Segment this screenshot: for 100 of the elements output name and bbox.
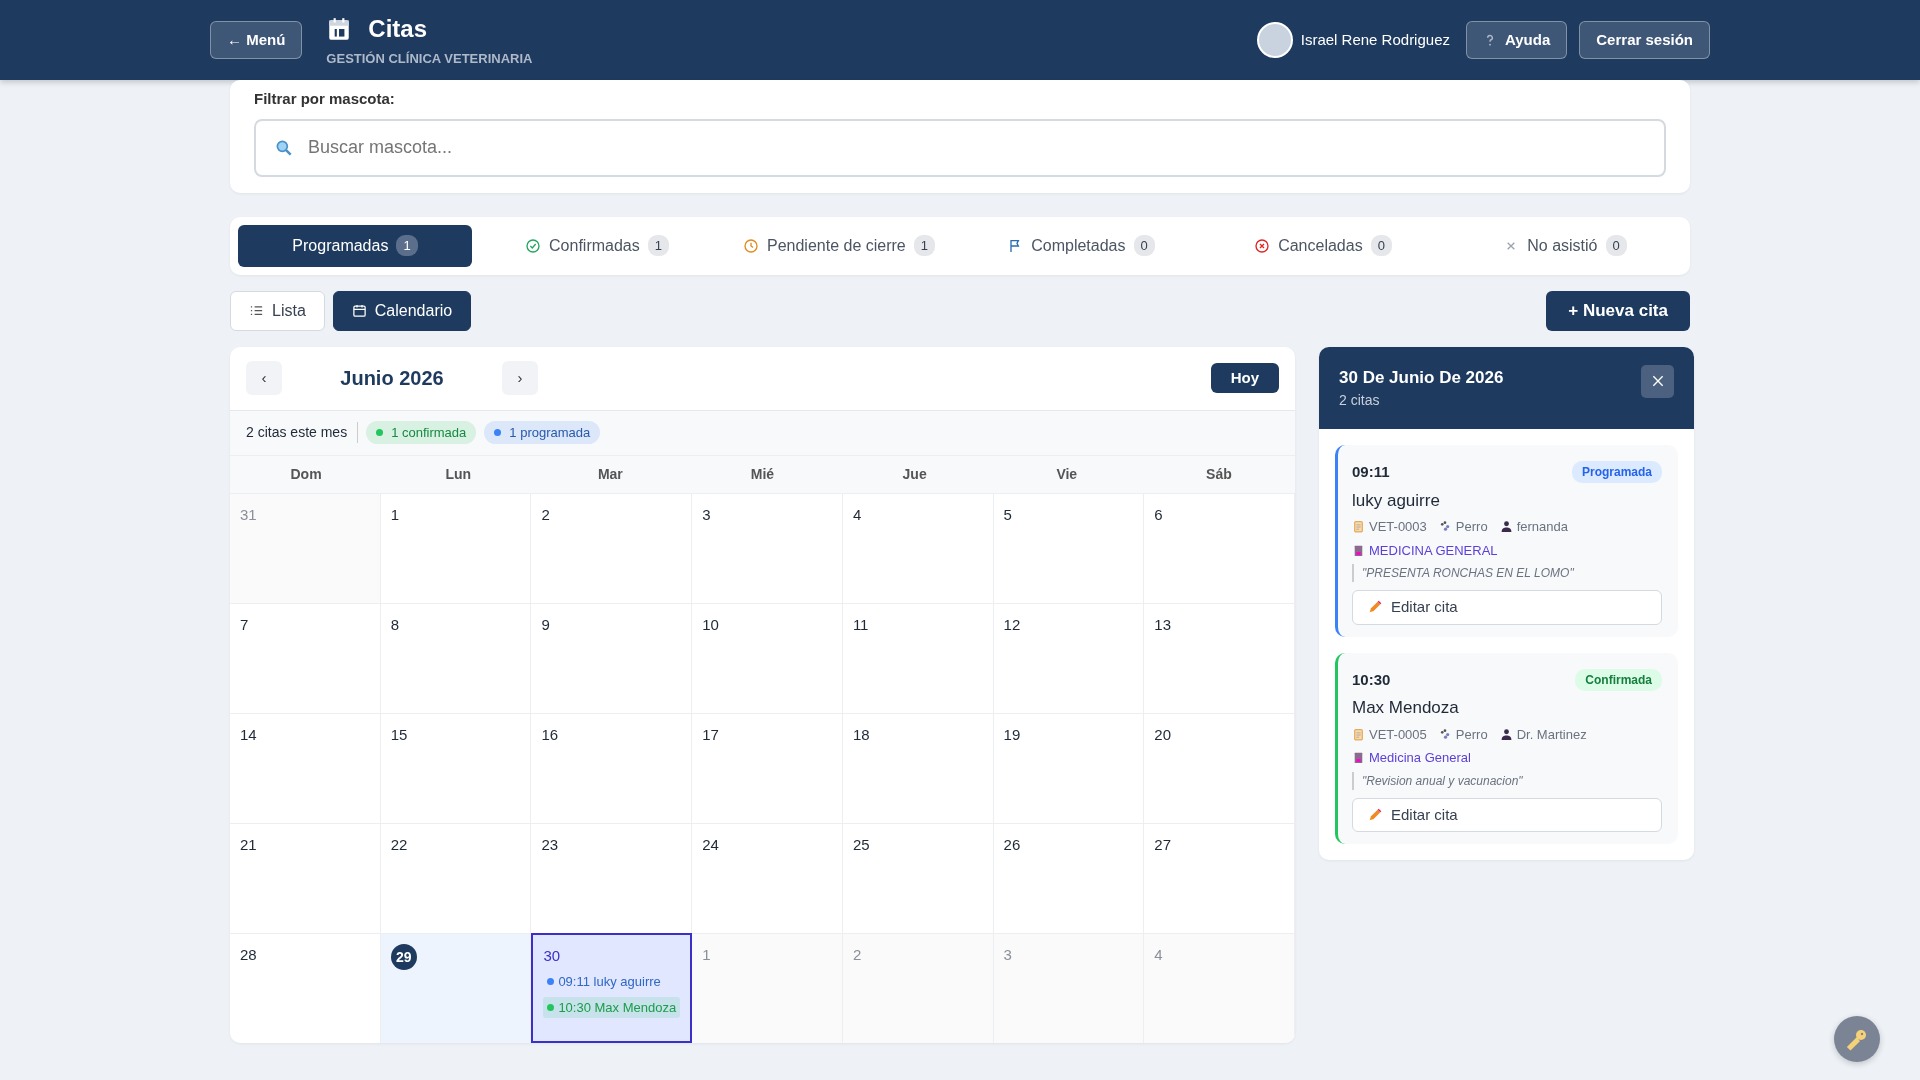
clipboard-icon (1352, 520, 1365, 534)
appointment-note: "PRESENTA RONCHAS EN EL LOMO" (1352, 564, 1662, 582)
day-number: 17 (702, 724, 719, 745)
day-number: 14 (240, 724, 257, 745)
day-cell[interactable]: 17 (692, 712, 843, 823)
day-number: 4 (1154, 944, 1163, 965)
search-field[interactable]: Buscar mascota... (254, 118, 1666, 177)
day-cell[interactable]: 20 (1144, 712, 1295, 823)
pet-name: luky aguirre (1352, 489, 1441, 512)
day-cell[interactable]: 4 (842, 492, 994, 603)
day-number: 23 (541, 834, 559, 855)
day-number: 29 (390, 943, 417, 970)
status-badge: Confirmada (1575, 668, 1662, 691)
count-badge: 1 (913, 234, 935, 257)
close-button[interactable] (1641, 364, 1674, 398)
weekday-header: Mié (749, 464, 776, 484)
day-cell[interactable]: 13 (1144, 602, 1295, 713)
paw-icon (1438, 727, 1452, 741)
day-cell[interactable]: 7 (230, 602, 381, 713)
calendar-event[interactable]: 09:11 luky aguirre (543, 971, 681, 993)
day-cell[interactable]: 22 (380, 822, 532, 933)
day-cell[interactable]: 28 (230, 932, 381, 1043)
day-number: 3 (702, 504, 711, 525)
paw-icon (1438, 520, 1452, 534)
status-tab[interactable]: No asistió 0 (1448, 224, 1682, 267)
service-name: MEDICINA GENERAL (1369, 541, 1498, 560)
day-cell[interactable]: 27 (1144, 822, 1295, 933)
legend-chip: 1 confirmada (366, 420, 477, 445)
day-number: 6 (1154, 504, 1163, 525)
clock-icon (743, 237, 759, 254)
day-cell[interactable]: 14 (230, 712, 381, 823)
day-number: 7 (240, 614, 249, 635)
day-cell[interactable]: 19 (993, 712, 1145, 823)
day-number: 27 (1154, 834, 1171, 855)
day-number: 21 (240, 834, 257, 855)
status-tab[interactable]: Completadas 0 (964, 224, 1198, 267)
key-icon (1845, 1027, 1869, 1051)
day-number: 11 (852, 614, 869, 635)
avatar (1256, 22, 1293, 58)
day-cell[interactable]: 1 (380, 492, 532, 603)
menu-button[interactable]: ← Menú (210, 20, 303, 60)
day-cell[interactable]: 21 (230, 822, 381, 933)
day-cell[interactable]: 5 (993, 492, 1145, 603)
day-cell[interactable]: 12 (993, 602, 1145, 713)
day-cell[interactable]: 2 (531, 492, 693, 603)
day-cell[interactable]: 16 (531, 712, 693, 823)
species: Perro (1455, 518, 1488, 536)
weekday-header: Lun (444, 464, 473, 484)
appointment-time: 09:11 (1352, 462, 1390, 482)
day-cell[interactable]: 3 (692, 492, 843, 603)
previous-month-button[interactable]: ‹ (246, 361, 282, 395)
day-cell[interactable]: 6 (1144, 492, 1295, 603)
count-badge: 0 (1370, 234, 1392, 257)
day-number: 2 (852, 944, 862, 965)
day-cell[interactable]: 8 (380, 602, 532, 713)
day-cell[interactable]: 11 (842, 602, 994, 713)
status-tab[interactable]: Pendiente de cierre 1 (722, 224, 956, 267)
day-cell[interactable]: 25 (842, 822, 994, 933)
day-number: 8 (390, 614, 400, 635)
key-button[interactable] (1834, 1016, 1880, 1062)
weekday-header: Jue (901, 464, 928, 484)
weekday-header: Dom (289, 464, 323, 484)
status-tab[interactable]: Programadas 1 (238, 224, 472, 267)
status-tab[interactable]: Canceladas 0 (1206, 224, 1440, 267)
day-cell[interactable]: 15 (380, 712, 532, 823)
day-number: 25 (852, 834, 870, 855)
day-cell[interactable]: 23 (531, 822, 693, 933)
day-cell[interactable]: 24 (692, 822, 843, 933)
month-summary: 2 citas este mes (246, 422, 359, 443)
x-circle-icon (1254, 237, 1271, 254)
page-subtitle: GESTIÓN CLÍNICA VETERINARIA (326, 50, 533, 69)
day-cell[interactable]: 9 (531, 602, 693, 713)
day-number: 18 (852, 724, 870, 745)
day-number: 19 (1003, 724, 1021, 745)
calendar-icon (351, 303, 367, 318)
person-icon (1499, 520, 1513, 534)
appointment-note: "Revision anual y vacunacion" (1352, 771, 1662, 790)
day-cell[interactable]: 30 09:11 luky aguirre 10:30 Max Mendoza (531, 932, 693, 1043)
day-number: 3 (1003, 944, 1012, 965)
today-button[interactable]: Hoy (1210, 363, 1279, 393)
legend-chip: 1 programada (484, 420, 601, 445)
day-number: 15 (390, 724, 408, 745)
day-number: 28 (240, 944, 257, 965)
view-toggle[interactable]: Calendario (332, 290, 472, 331)
day-cell[interactable]: 29 (380, 932, 532, 1043)
edit-appointment-button[interactable]: Editar cita (1352, 797, 1662, 832)
status-badge: Programada (1571, 461, 1662, 484)
view-toggle[interactable]: Lista (230, 290, 325, 331)
status-tab[interactable]: Confirmadas 1 (480, 224, 714, 267)
filter-label: Filtrar por mascota: (254, 89, 396, 109)
help-button[interactable]: Ayuda (1466, 20, 1568, 60)
day-cell[interactable]: 10 (692, 602, 843, 713)
day-cell[interactable]: 18 (842, 712, 994, 823)
person-name: fernanda (1516, 518, 1568, 536)
day-cell[interactable]: 26 (993, 822, 1145, 933)
new-appointment-button[interactable]: + Nueva cita (1546, 290, 1690, 331)
count-badge: 1 (396, 234, 418, 257)
logout-button[interactable]: Cerrar sesión (1579, 20, 1710, 60)
next-month-button[interactable]: › (502, 361, 538, 395)
edit-appointment-button[interactable]: Editar cita (1352, 590, 1662, 625)
